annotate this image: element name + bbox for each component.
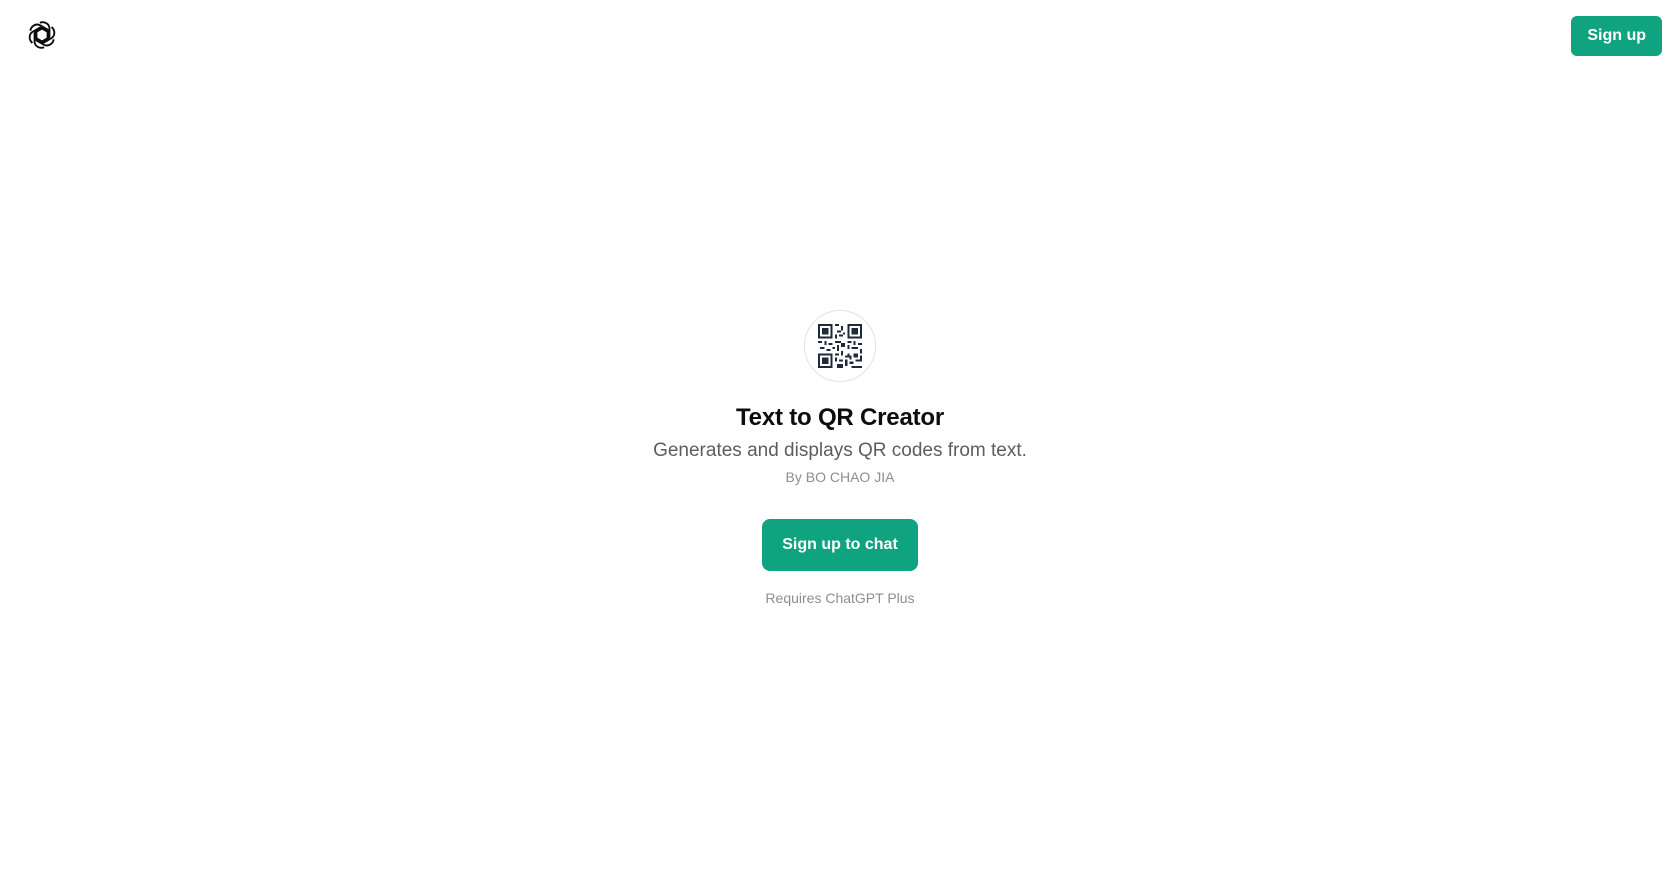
gpt-avatar [804,310,876,382]
sign-up-button[interactable]: Sign up [1571,16,1662,56]
gpt-description: Generates and displays QR codes from tex… [653,440,1027,461]
gpt-profile: Text to QR Creator Generates and display… [653,310,1027,606]
gpt-author: By BO CHAO JIA [785,469,895,485]
sign-up-to-chat-button[interactable]: Sign up to chat [762,519,918,571]
page: Text to QR Creator Generates and display… [0,0,1680,876]
main-content: Text to QR Creator Generates and display… [0,0,1680,876]
qr-code-icon [818,324,862,368]
header: Sign up [0,0,1680,72]
gpt-title: Text to QR Creator [736,404,944,431]
openai-logo-icon[interactable] [26,19,58,51]
requirement-note: Requires ChatGPT Plus [765,590,915,606]
